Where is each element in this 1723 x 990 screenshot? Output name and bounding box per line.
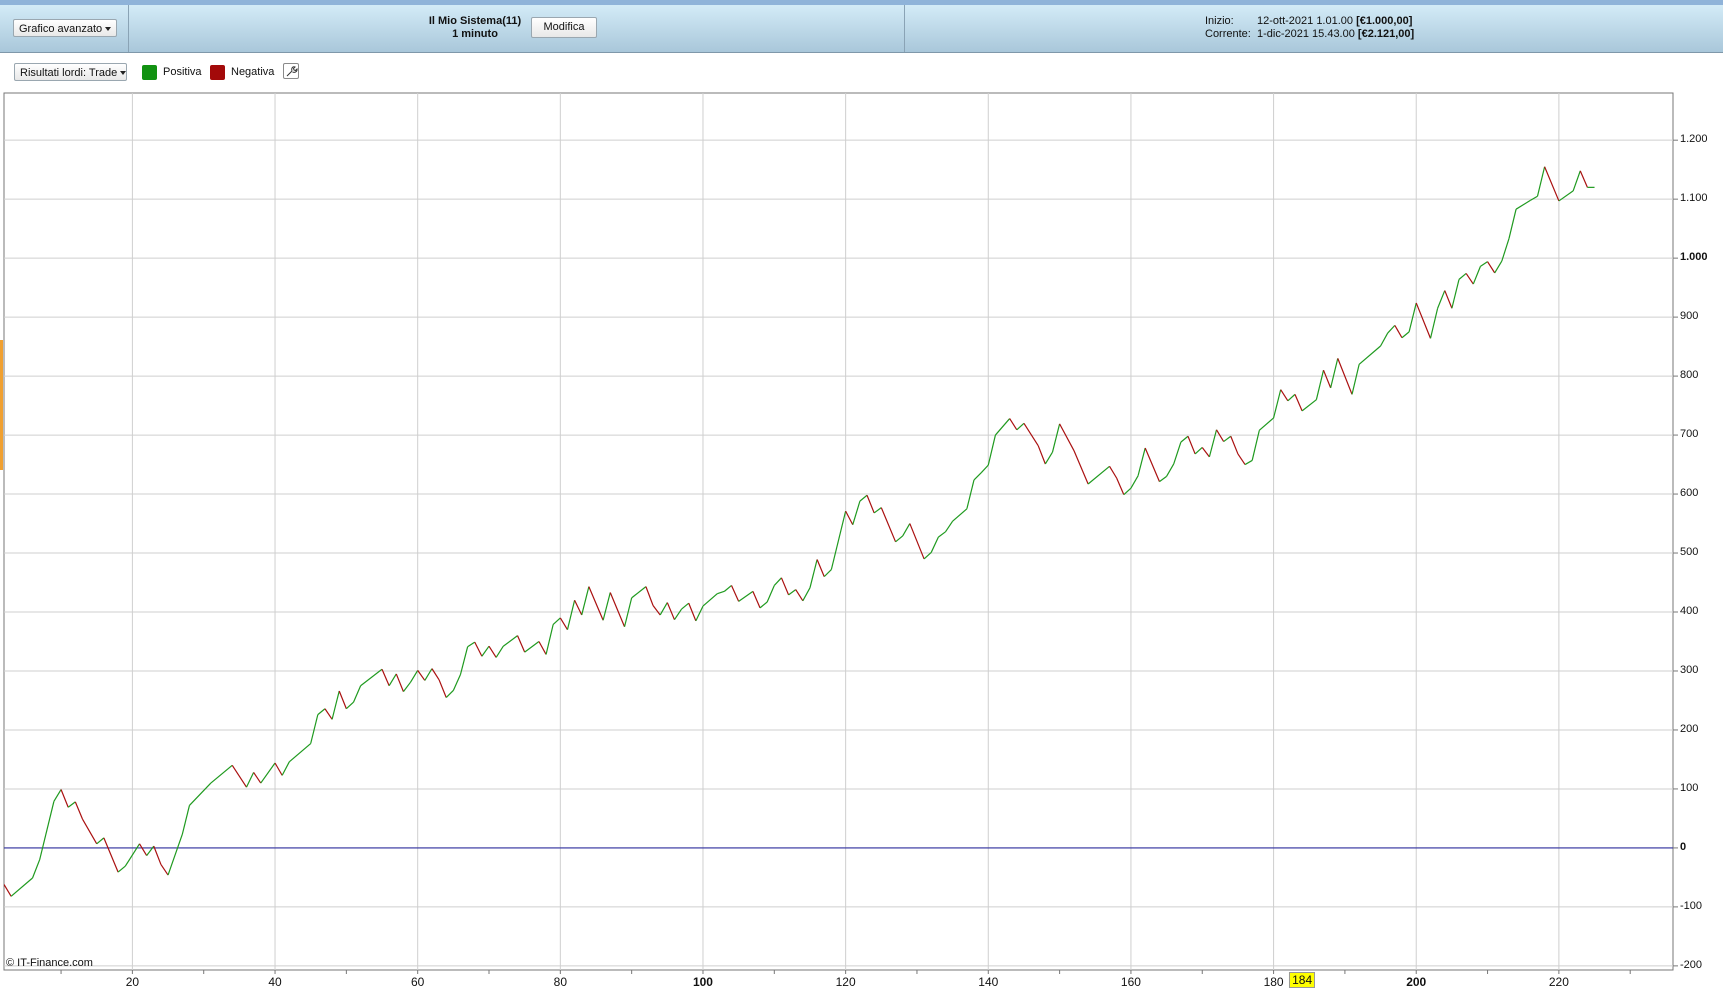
y-tick-label: -100 xyxy=(1680,899,1703,912)
equity-chart xyxy=(3,92,1678,974)
y-tick-label: 400 xyxy=(1680,605,1699,617)
y-tick-label: 600 xyxy=(1680,487,1699,500)
x-tick-label: 160 xyxy=(1120,975,1141,989)
y-tick-label: 1.100 xyxy=(1680,192,1708,205)
y-tick-label: 300 xyxy=(1680,663,1699,676)
x-tick-label: 220 xyxy=(1548,975,1569,989)
x-tick-label: 120 xyxy=(835,975,856,989)
x-tick-label: 80 xyxy=(553,975,568,989)
y-tick-label: 200 xyxy=(1680,722,1699,735)
y-tick-label: 1.000 xyxy=(1680,251,1708,264)
x-tick-label: 100 xyxy=(692,975,713,989)
x-tick-label: 60 xyxy=(410,975,425,989)
y-tick-label: -200 xyxy=(1680,958,1703,971)
copyright-text: © IT-Finance.com xyxy=(6,957,93,969)
y-tick-label: 900 xyxy=(1680,310,1699,323)
crosshair-x-label: 184 xyxy=(1289,972,1316,988)
x-tick-label: 20 xyxy=(125,975,140,989)
y-tick-label: 800 xyxy=(1680,369,1699,382)
plot-area[interactable] xyxy=(3,92,1674,971)
x-tick-label: 140 xyxy=(978,975,999,989)
y-tick-label: 100 xyxy=(1680,781,1699,794)
x-tick-label: 180 xyxy=(1263,975,1284,989)
y-tick-label: 1.200 xyxy=(1680,133,1708,146)
y-tick-label: 500 xyxy=(1680,546,1699,559)
y-tick-label: 700 xyxy=(1680,428,1699,441)
x-tick-label: 40 xyxy=(268,975,282,989)
y-tick-label: 0 xyxy=(1680,840,1687,853)
x-tick-label: 200 xyxy=(1406,975,1427,989)
